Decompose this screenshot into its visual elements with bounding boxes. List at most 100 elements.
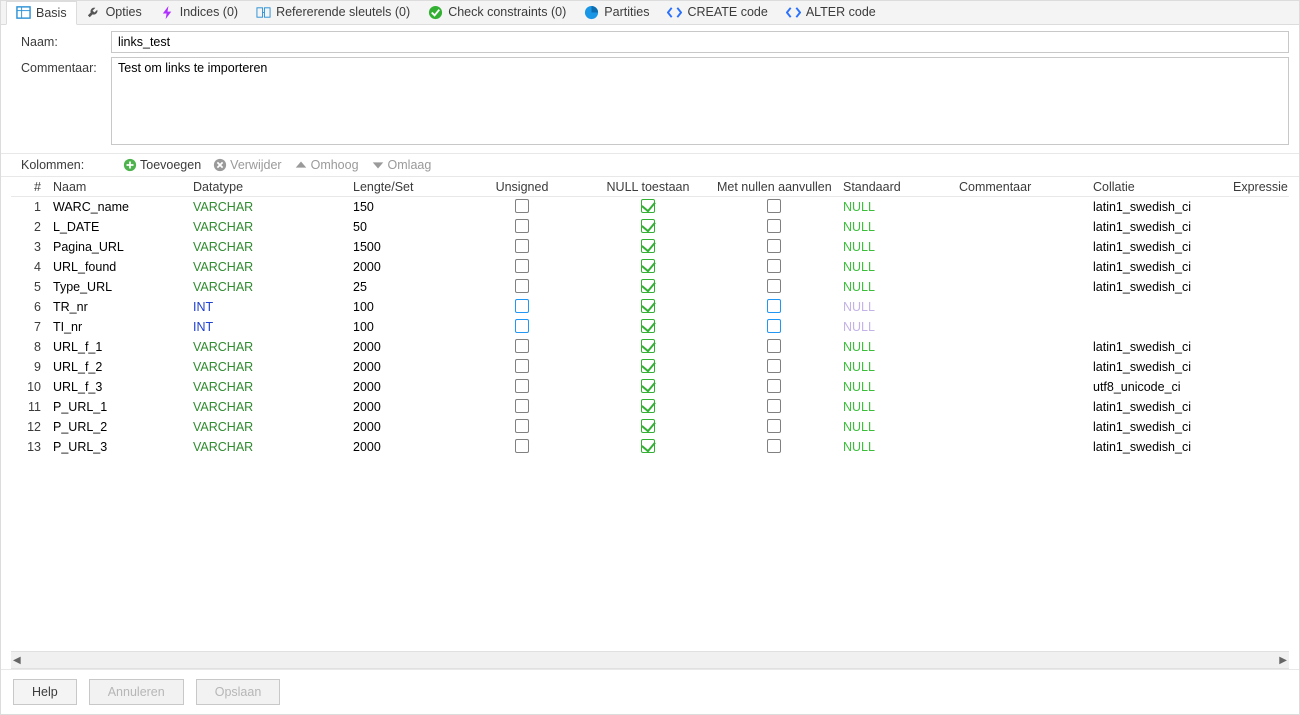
column-unsigned[interactable] (459, 339, 585, 356)
column-unsigned[interactable] (459, 239, 585, 256)
column-null[interactable] (585, 359, 711, 376)
checkbox-icon[interactable] (641, 219, 655, 233)
name-input[interactable] (111, 31, 1289, 53)
column-datatype[interactable]: VARCHAR (187, 400, 347, 414)
column-length[interactable]: 150 (347, 200, 459, 214)
checkbox-icon[interactable] (641, 439, 655, 453)
tab-create[interactable]: CREATE code (658, 2, 776, 24)
column-datatype[interactable]: VARCHAR (187, 220, 347, 234)
column-unsigned[interactable] (459, 199, 585, 216)
checkbox-icon[interactable] (767, 219, 781, 233)
table-row[interactable]: 10URL_f_3VARCHAR2000NULLutf8_unicode_ci (11, 377, 1289, 397)
checkbox-icon[interactable] (515, 319, 529, 333)
column-length[interactable]: 50 (347, 220, 459, 234)
column-null[interactable] (585, 259, 711, 276)
column-length[interactable]: 2000 (347, 260, 459, 274)
checkbox-icon[interactable] (641, 259, 655, 273)
column-unsigned[interactable] (459, 419, 585, 436)
grid-header[interactable]: # Naam Datatype Lengte/Set Unsigned NULL… (11, 177, 1289, 197)
column-length[interactable]: 2000 (347, 340, 459, 354)
column-default[interactable]: NULL (837, 380, 953, 394)
column-length[interactable]: 1500 (347, 240, 459, 254)
column-collation[interactable]: utf8_unicode_ci (1087, 380, 1227, 394)
tab-basis[interactable]: Basis (6, 1, 77, 25)
column-default[interactable]: NULL (837, 240, 953, 254)
grid-body[interactable]: 1WARC_nameVARCHAR150NULLlatin1_swedish_c… (11, 197, 1289, 651)
column-default[interactable]: NULL (837, 200, 953, 214)
column-name[interactable]: URL_found (47, 260, 187, 274)
checkbox-icon[interactable] (767, 359, 781, 373)
column-default[interactable]: NULL (837, 360, 953, 374)
add-column-button[interactable]: Toevoegen (123, 158, 201, 172)
column-unsigned[interactable] (459, 299, 585, 316)
column-default[interactable]: NULL (837, 300, 953, 314)
checkbox-icon[interactable] (767, 279, 781, 293)
column-datatype[interactable]: VARCHAR (187, 340, 347, 354)
checkbox-icon[interactable] (641, 339, 655, 353)
column-name[interactable]: TI_nr (47, 320, 187, 334)
column-name[interactable]: P_URL_1 (47, 400, 187, 414)
checkbox-icon[interactable] (515, 199, 529, 213)
table-row[interactable]: 1WARC_nameVARCHAR150NULLlatin1_swedish_c… (11, 197, 1289, 217)
checkbox-icon[interactable] (515, 219, 529, 233)
column-null[interactable] (585, 219, 711, 236)
table-row[interactable]: 4URL_foundVARCHAR2000NULLlatin1_swedish_… (11, 257, 1289, 277)
table-row[interactable]: 9URL_f_2VARCHAR2000NULLlatin1_swedish_ci (11, 357, 1289, 377)
column-length[interactable]: 2000 (347, 420, 459, 434)
column-name[interactable]: Type_URL (47, 280, 187, 294)
column-null[interactable] (585, 379, 711, 396)
checkbox-icon[interactable] (767, 419, 781, 433)
checkbox-icon[interactable] (641, 399, 655, 413)
column-zerofill[interactable] (711, 439, 837, 456)
column-null[interactable] (585, 239, 711, 256)
help-button[interactable]: Help (13, 679, 77, 705)
column-unsigned[interactable] (459, 359, 585, 376)
column-collation[interactable]: latin1_swedish_ci (1087, 400, 1227, 414)
column-length[interactable]: 2000 (347, 400, 459, 414)
column-name[interactable]: P_URL_2 (47, 420, 187, 434)
table-row[interactable]: 12P_URL_2VARCHAR2000NULLlatin1_swedish_c… (11, 417, 1289, 437)
checkbox-icon[interactable] (515, 339, 529, 353)
checkbox-icon[interactable] (767, 319, 781, 333)
column-length[interactable]: 25 (347, 280, 459, 294)
checkbox-icon[interactable] (515, 279, 529, 293)
column-collation[interactable]: latin1_swedish_ci (1087, 340, 1227, 354)
column-zerofill[interactable] (711, 359, 837, 376)
checkbox-icon[interactable] (641, 239, 655, 253)
column-default[interactable]: NULL (837, 400, 953, 414)
checkbox-icon[interactable] (767, 399, 781, 413)
column-collation[interactable]: latin1_swedish_ci (1087, 280, 1227, 294)
column-null[interactable] (585, 419, 711, 436)
scroll-right-icon[interactable]: ▶ (1279, 655, 1287, 666)
column-zerofill[interactable] (711, 399, 837, 416)
checkbox-icon[interactable] (515, 379, 529, 393)
column-name[interactable]: TR_nr (47, 300, 187, 314)
checkbox-icon[interactable] (767, 259, 781, 273)
column-datatype[interactable]: VARCHAR (187, 240, 347, 254)
column-null[interactable] (585, 439, 711, 456)
table-row[interactable]: 5Type_URLVARCHAR25NULLlatin1_swedish_ci (11, 277, 1289, 297)
column-default[interactable]: NULL (837, 340, 953, 354)
column-null[interactable] (585, 199, 711, 216)
column-length[interactable]: 2000 (347, 440, 459, 454)
checkbox-icon[interactable] (767, 339, 781, 353)
comment-textarea[interactable] (111, 57, 1289, 145)
table-row[interactable]: 11P_URL_1VARCHAR2000NULLlatin1_swedish_c… (11, 397, 1289, 417)
column-zerofill[interactable] (711, 239, 837, 256)
column-datatype[interactable]: VARCHAR (187, 420, 347, 434)
column-length[interactable]: 100 (347, 320, 459, 334)
checkbox-icon[interactable] (641, 379, 655, 393)
column-datatype[interactable]: VARCHAR (187, 260, 347, 274)
move-up-button[interactable]: Omhoog (294, 158, 359, 172)
table-row[interactable]: 6TR_nrINT100NULL (11, 297, 1289, 317)
column-datatype[interactable]: VARCHAR (187, 200, 347, 214)
table-row[interactable]: 8URL_f_1VARCHAR2000NULLlatin1_swedish_ci (11, 337, 1289, 357)
checkbox-icon[interactable] (515, 259, 529, 273)
column-unsigned[interactable] (459, 279, 585, 296)
column-collation[interactable]: latin1_swedish_ci (1087, 420, 1227, 434)
tab-part[interactable]: Partities (575, 2, 658, 24)
column-collation[interactable]: latin1_swedish_ci (1087, 440, 1227, 454)
checkbox-icon[interactable] (515, 399, 529, 413)
tab-opties[interactable]: Opties (77, 2, 151, 24)
column-zerofill[interactable] (711, 279, 837, 296)
